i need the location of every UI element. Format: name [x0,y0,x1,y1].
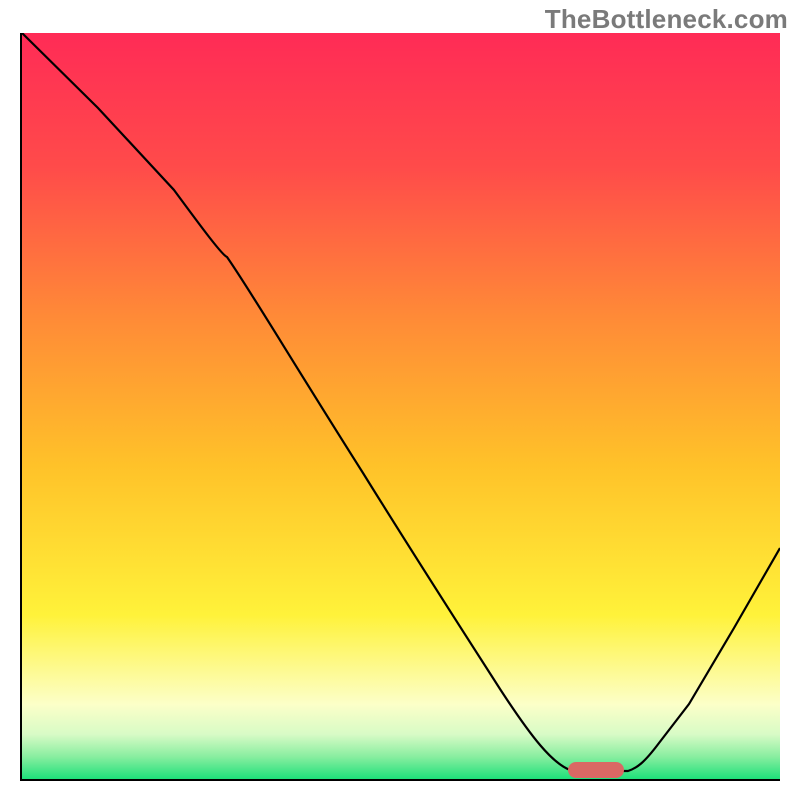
optimal-region-marker [568,762,624,778]
plot-background [22,33,780,779]
watermark-text: TheBottleneck.com [545,4,788,35]
chart-canvas: TheBottleneck.com [0,0,800,800]
